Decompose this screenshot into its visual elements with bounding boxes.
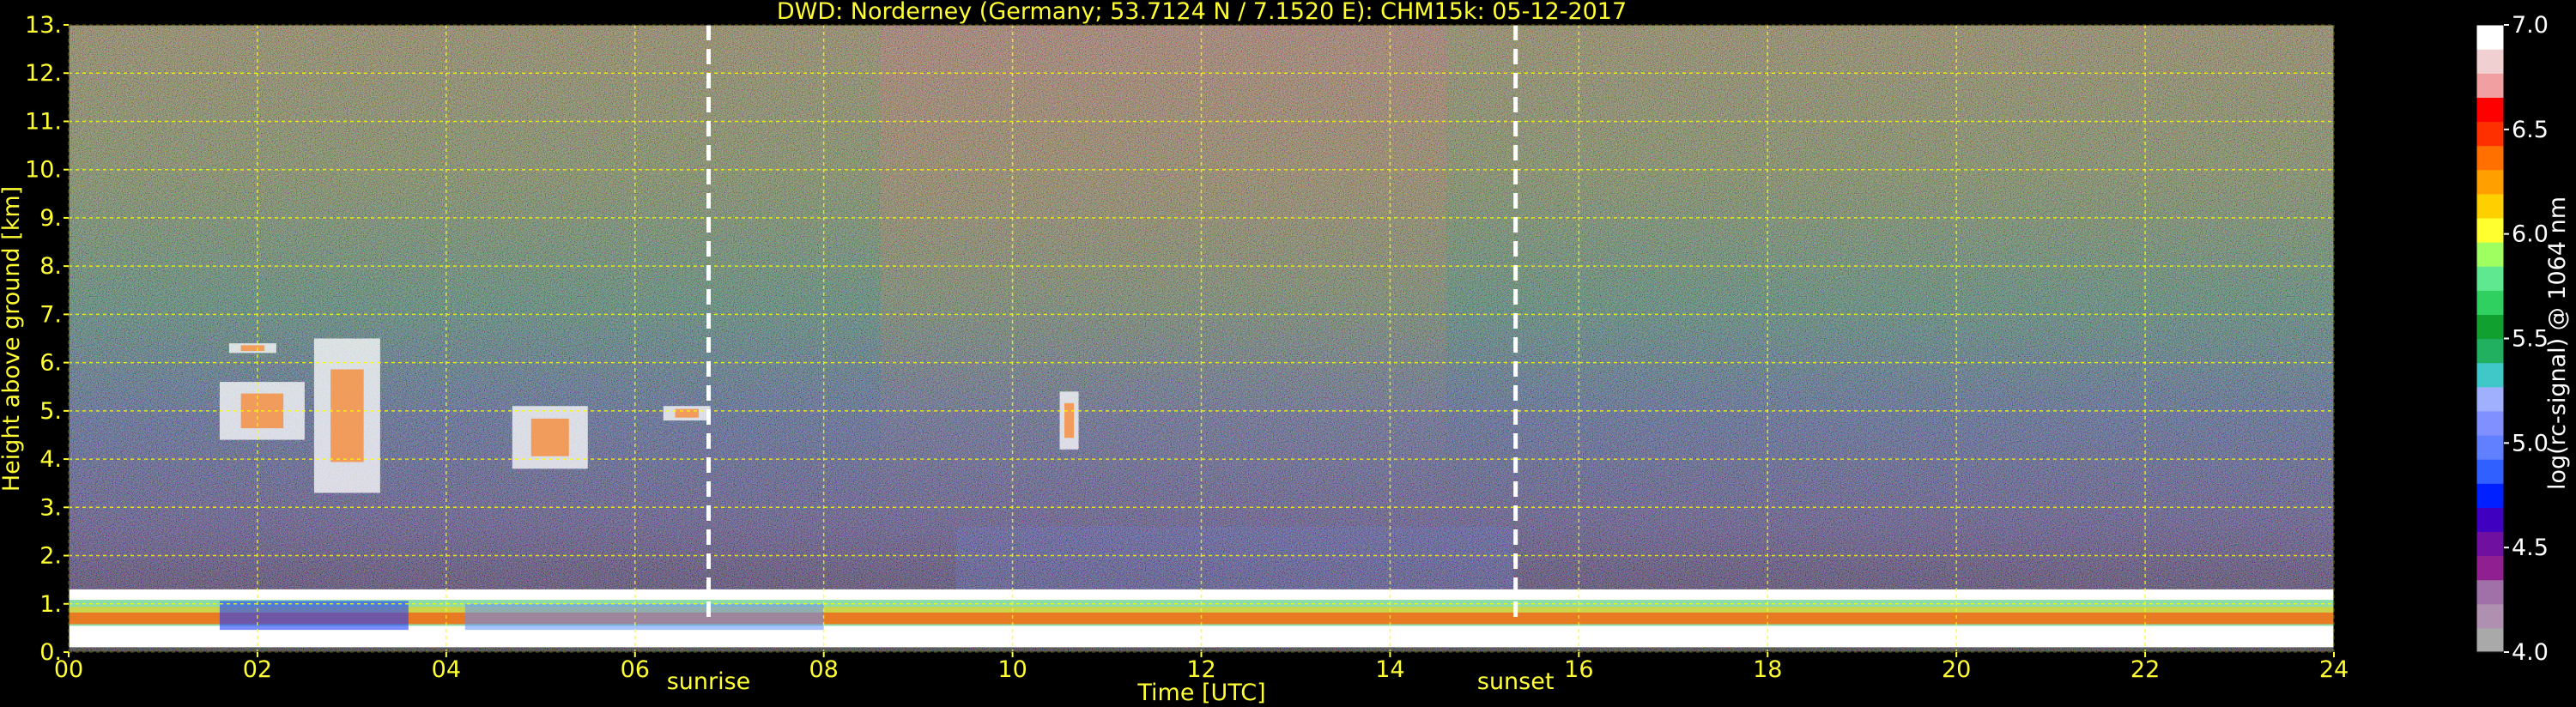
x-tick-label: 02 — [243, 656, 272, 683]
colorbar-segment — [2476, 145, 2504, 171]
y-tick-label: 13. — [25, 12, 62, 39]
colorbar-ticks: 4.0 4.5 5.0 5.5 6.0 6.5 7.0 — [2504, 12, 2549, 666]
colorbar-segment — [2476, 121, 2504, 147]
ceilometer-chart: DWD: Norderney (Germany; 53.7124 N / 7.1… — [0, 0, 2571, 706]
colorbar-segment — [2476, 97, 2504, 123]
x-tick-label: 20 — [1942, 656, 1971, 683]
sun-event-label: sunrise — [667, 668, 751, 695]
y-tick-label: 8. — [39, 253, 62, 280]
x-tick-label: 08 — [809, 656, 838, 683]
colorbar-scale — [2476, 24, 2505, 653]
colorbar-segment — [2476, 25, 2504, 50]
colorbar-tick-label: 7.0 — [2512, 12, 2549, 39]
colorbar-segment — [2476, 483, 2504, 508]
y-tick-label: 1. — [39, 591, 62, 618]
colorbar-tick-label: 6.0 — [2512, 221, 2549, 248]
x-axis-label: Time [UTC] — [1136, 680, 1265, 706]
x-tick-label: 18 — [1753, 656, 1782, 683]
colorbar-segment — [2476, 386, 2504, 412]
colorbar-segment — [2476, 627, 2504, 653]
colorbar-segment — [2476, 603, 2504, 629]
chart-title: DWD: Norderney (Germany; 53.7124 N / 7.1… — [777, 0, 1627, 25]
cloud-core — [240, 345, 265, 352]
colorbar-segment — [2476, 410, 2504, 436]
y-tick-label: 9. — [39, 205, 62, 232]
y-tick-label: 2. — [39, 543, 62, 570]
colorbar-segment — [2476, 193, 2504, 219]
y-tick-label: 3. — [39, 494, 62, 521]
cloud-core — [330, 369, 364, 462]
y-axis: 0.1.2.3.4.5.6.7.8.9.10.11.12.13. — [25, 12, 69, 666]
colorbar-segment — [2476, 290, 2504, 315]
colorbar-segment — [2476, 169, 2504, 195]
y-tick-label: 11. — [25, 108, 62, 135]
colorbar-tick-label: 5.5 — [2512, 326, 2549, 353]
colorbar-label: log(rc-signal) @ 1064 nm — [2544, 196, 2571, 490]
colorbar-segment — [2476, 555, 2504, 581]
sun-event-label: sunset — [1477, 668, 1555, 695]
colorbar-segment — [2476, 338, 2504, 364]
colorbar-tick-label: 6.5 — [2512, 117, 2549, 143]
colorbar-segment — [2476, 434, 2504, 460]
colorbar: 4.0 4.5 5.0 5.5 6.0 6.5 7.0 log(rc-signal) @ 1… — [2476, 12, 2571, 666]
colorbar-segment — [2476, 531, 2504, 557]
colorbar-segment — [2476, 49, 2504, 74]
x-tick-label: 24 — [2319, 656, 2349, 683]
y-tick-label: 5. — [39, 398, 62, 425]
boundary-layer-band — [219, 601, 409, 631]
plot-area: sunrise sunset — [68, 24, 2335, 695]
colorbar-segment — [2476, 579, 2504, 605]
colorbar-segment — [2476, 362, 2504, 388]
x-tick-label: 22 — [2131, 656, 2160, 683]
colorbar-tick-label: 5.0 — [2512, 430, 2549, 456]
y-tick-label: 12. — [25, 60, 62, 87]
x-tick-label: 00 — [54, 656, 83, 683]
x-tick-label: 14 — [1375, 656, 1404, 683]
colorbar-segment — [2476, 507, 2504, 533]
colorbar-tick-label: 4.0 — [2512, 639, 2549, 666]
colorbar-segment — [2476, 242, 2504, 267]
colorbar-segment — [2476, 314, 2504, 340]
y-axis-label: Height above ground [km] — [0, 186, 25, 492]
signal-noise — [69, 25, 2334, 652]
boundary-layer-band — [464, 603, 824, 631]
x-axis: 00 02 04 06 08 10 12 14 16 18 20 22 24 — [54, 652, 2349, 683]
colorbar-segment — [2476, 73, 2504, 98]
colorbar-tick-label: 4.5 — [2512, 535, 2549, 561]
y-tick-label: 7. — [39, 301, 62, 328]
cloud-core — [1064, 402, 1075, 438]
x-tick-label: 10 — [997, 656, 1027, 683]
colorbar-segment — [2476, 266, 2504, 291]
x-tick-label: 06 — [621, 656, 650, 683]
x-tick-label: 16 — [1564, 656, 1593, 683]
y-tick-label: 6. — [39, 350, 62, 377]
colorbar-segment — [2476, 459, 2504, 484]
colorbar-segment — [2476, 217, 2504, 243]
cloud-core — [530, 418, 569, 456]
y-tick-label: 10. — [25, 157, 62, 184]
x-tick-label: 04 — [432, 656, 461, 683]
y-tick-label: 4. — [39, 446, 62, 473]
